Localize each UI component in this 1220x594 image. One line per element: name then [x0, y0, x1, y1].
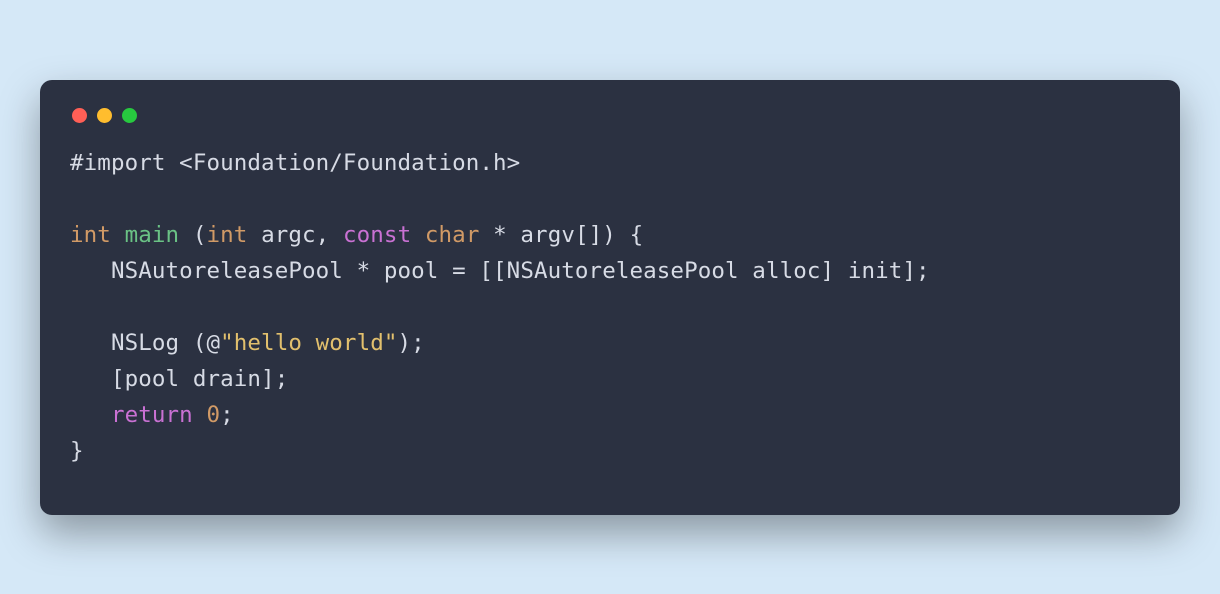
code-line: } [70, 438, 84, 464]
window-titlebar [70, 108, 1150, 145]
code-token: return [111, 402, 193, 428]
code-token: 0 [207, 402, 221, 428]
code-token [411, 222, 425, 248]
code-block[interactable]: #import <Foundation/Foundation.h> int ma… [70, 145, 1150, 469]
code-token: char [425, 222, 480, 248]
code-token: "hello world" [220, 330, 397, 356]
code-token: int [207, 222, 248, 248]
code-token: ; [220, 402, 234, 428]
code-token: int [70, 222, 111, 248]
code-token: ( [179, 222, 206, 248]
minimize-icon[interactable] [97, 108, 112, 123]
code-line: NSAutoreleasePool * pool = [[NSAutorelea… [70, 258, 930, 284]
code-token [70, 402, 111, 428]
code-token [193, 402, 207, 428]
code-token: * argv[]) { [479, 222, 643, 248]
code-line: #import <Foundation/Foundation.h> [70, 150, 520, 176]
code-token: main [125, 222, 180, 248]
code-token: } [70, 438, 84, 464]
code-line: return 0; [70, 402, 234, 428]
code-window: #import <Foundation/Foundation.h> int ma… [40, 80, 1180, 515]
code-line: NSLog (@"hello world"); [70, 330, 425, 356]
maximize-icon[interactable] [122, 108, 137, 123]
code-token: const [343, 222, 411, 248]
code-token: ); [398, 330, 425, 356]
code-line: int main (int argc, const char * argv[])… [70, 222, 643, 248]
code-token: NSAutoreleasePool * pool = [[NSAutorelea… [70, 258, 930, 284]
code-token: [pool drain]; [70, 366, 288, 392]
code-token: #import <Foundation/Foundation.h> [70, 150, 520, 176]
code-token: NSLog (@ [70, 330, 220, 356]
code-token: argc, [247, 222, 343, 248]
code-line: [pool drain]; [70, 366, 288, 392]
close-icon[interactable] [72, 108, 87, 123]
code-token [111, 222, 125, 248]
